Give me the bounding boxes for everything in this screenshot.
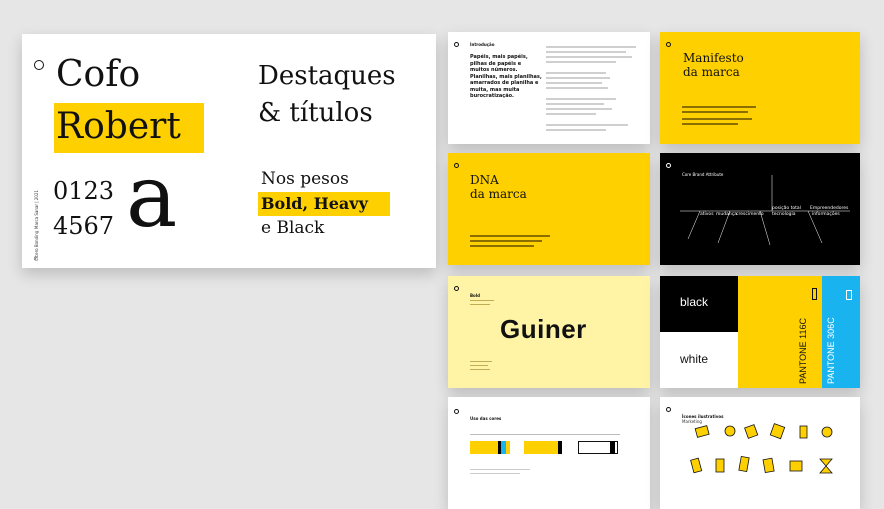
- manifesto-title-line1: Manifesto: [683, 51, 744, 65]
- color-label-white: white: [680, 352, 709, 366]
- weights-line2: Bold, Heavy: [261, 194, 368, 213]
- attribute-word-5: Empreendedores: [810, 206, 849, 211]
- brand-logo-icon: [454, 409, 459, 414]
- logo-wordmark: Guiner: [500, 314, 587, 344]
- slide-intro: Introdução Papéis, mais papéis, pilhas d…: [448, 32, 650, 144]
- slide-manifesto: Manifesto da marca: [660, 32, 860, 144]
- brand-logo-icon: [34, 60, 44, 70]
- intro-text: Papéis, mais papéis, pilhas de papéis e …: [470, 54, 542, 99]
- digits-line2: 4567: [53, 212, 115, 240]
- slide-logo: Bold Guiner: [448, 276, 650, 388]
- building-icon: [812, 288, 817, 300]
- pantone-yellow-label: PANTONE 116C: [798, 317, 808, 384]
- attribute-word-4: tecnologia: [772, 212, 796, 217]
- main-slide: Marca Sanar | 2021 Cícero Bonding 8 Cofo…: [22, 34, 436, 268]
- intro-label: Introdução: [470, 42, 495, 47]
- glyph-sample: a: [126, 147, 178, 247]
- side-page-number: 8: [34, 256, 37, 261]
- weights-line3: e Black: [261, 218, 325, 238]
- font-name-line1: Cofo: [56, 54, 141, 95]
- logo-label: Bold: [470, 293, 481, 298]
- attribute-word-3: posição total: [772, 206, 801, 211]
- color-swatch-yellow: [738, 276, 822, 388]
- weights-line1: Nos pesos: [261, 169, 349, 189]
- slide-colors: black white PANTONE 116C PANTONE 306C: [660, 276, 860, 388]
- usage-bar-2: [524, 441, 562, 454]
- color-label-black: black: [680, 295, 709, 309]
- usage-label: Uso das cores: [470, 416, 502, 421]
- attribute-word-6: informações: [812, 212, 840, 217]
- attribute-word-2: crescimento: [736, 212, 764, 217]
- attribute-word-1: mudança: [716, 212, 737, 217]
- slide-attributes: Core Brand Attribute ativos mudança cres…: [660, 153, 860, 265]
- manifesto-title-line2: da marca: [683, 65, 740, 79]
- slide-usage: Uso das cores: [448, 397, 650, 509]
- illustrative-icons-grid: [690, 423, 833, 474]
- heading-line1: Destaques: [258, 61, 396, 91]
- dna-title-line2: da marca: [470, 187, 527, 201]
- brand-logo-icon: [454, 163, 459, 168]
- brand-logo-icon: [454, 286, 459, 291]
- slide-dna: DNA da marca: [448, 153, 650, 265]
- brand-logo-icon: [666, 42, 671, 47]
- slide-icons: Ícones ilustrativos Marketing: [660, 397, 860, 509]
- heading-line2: & títulos: [258, 98, 373, 128]
- attribute-word-0: ativos: [700, 212, 714, 217]
- side-label-brand: Marca Sanar | 2021: [34, 189, 39, 229]
- dna-title-line1: DNA: [470, 173, 499, 187]
- pantone-blue-label: PANTONE 306C: [826, 317, 836, 384]
- font-name-line2: Robert: [56, 106, 181, 147]
- digits-line1: 0123: [53, 177, 115, 205]
- brand-logo-icon: [454, 42, 459, 47]
- building-icon: [846, 290, 852, 300]
